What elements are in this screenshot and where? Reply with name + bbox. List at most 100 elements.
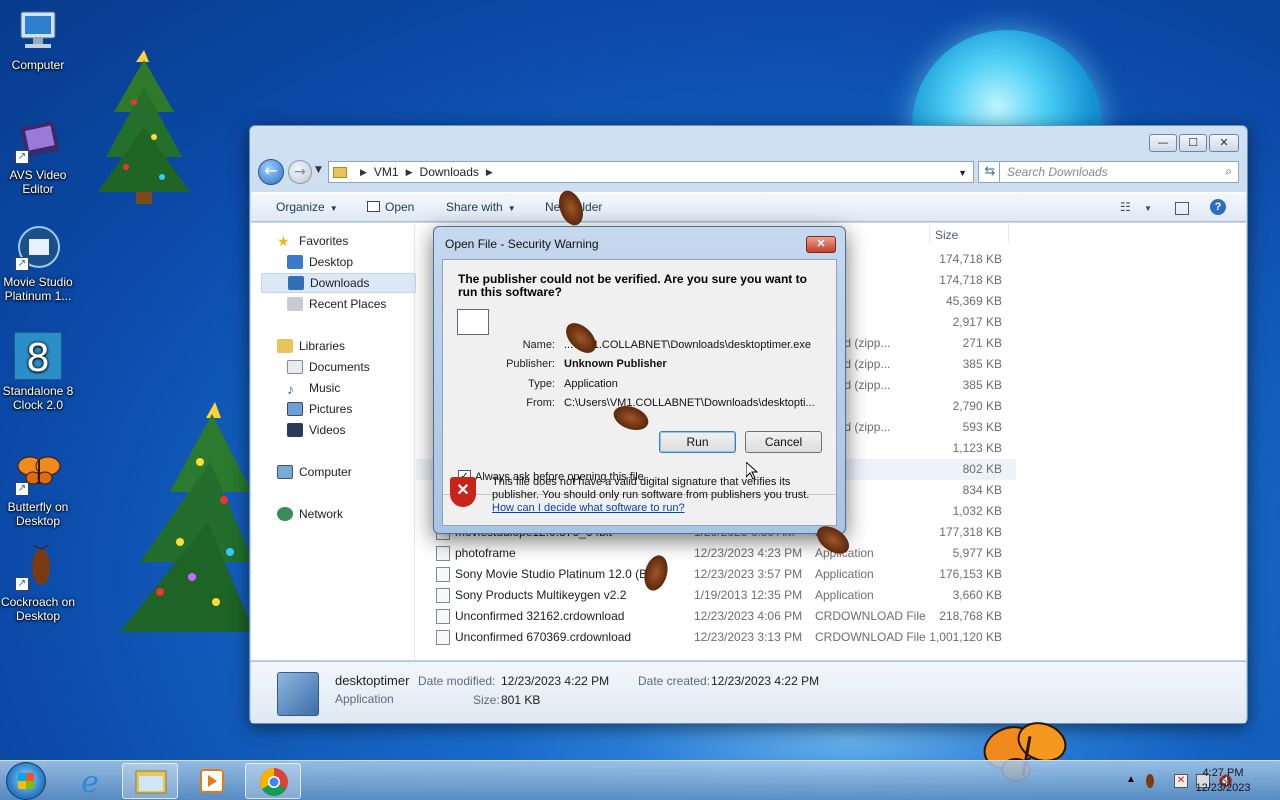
recent-pages-dropdown[interactable]: ▼ xyxy=(315,165,322,175)
maximize-button[interactable]: ☐ xyxy=(1179,134,1207,152)
desktop-icon-butterfly[interactable]: ↗ Butterfly on Desktop xyxy=(0,450,76,528)
nav-favorites[interactable]: ★ Favorites xyxy=(277,231,348,251)
table-row[interactable]: Sony Products Multikeygen v2.2 1/19/2013 … xyxy=(416,585,1016,606)
publisher-value: Unknown Publisher xyxy=(564,358,667,370)
dialog-close-button[interactable]: ✕ xyxy=(806,236,836,253)
row-size: 176,153 KB xyxy=(939,567,1002,581)
table-row[interactable]: photoframe12/23/2023 4:23 PMApplication5… xyxy=(416,543,1016,564)
minimize-button[interactable]: — xyxy=(1149,134,1177,152)
music-icon: ♪ xyxy=(287,381,294,397)
nav-favorites-label: Favorites xyxy=(299,234,349,248)
taskbar-media-player[interactable] xyxy=(184,763,240,799)
navigation-row: ← → ▼ ▶ VM1 ▶ Downloads ▶ ▼ ⇆ Search Dow… xyxy=(258,159,1239,185)
nav-desktop[interactable]: Desktop xyxy=(287,252,353,272)
file-icon xyxy=(457,309,489,335)
details-file-name: desktoptimer xyxy=(335,673,410,688)
nav-documents-label: Documents xyxy=(309,360,370,374)
pictures-icon xyxy=(287,402,303,416)
show-hidden-icons-icon[interactable]: ▲ xyxy=(1126,774,1140,788)
row-size: 177,318 KB xyxy=(939,525,1002,539)
search-icon[interactable]: ⌕ xyxy=(1225,164,1232,179)
desktop-icon xyxy=(287,255,303,269)
row-size: 834 KB xyxy=(962,483,1002,497)
table-row[interactable]: Unconfirmed 670369.crdownload 12/23/2023 … xyxy=(416,627,1016,648)
security-warning-dialog[interactable]: Open File - Security Warning ✕ The publi… xyxy=(433,226,846,534)
videos-icon xyxy=(287,423,303,437)
help-link[interactable]: How can I decide what software to run? xyxy=(492,502,685,514)
nav-downloads-label: Downloads xyxy=(310,276,370,290)
shortcut-arrow-icon: ↗ xyxy=(15,482,29,496)
shortcut-arrow-icon: ↗ xyxy=(15,577,29,591)
search-input[interactable]: Search Downloads ⌕ xyxy=(999,161,1239,183)
action-center-icon[interactable]: ✕ xyxy=(1174,774,1188,788)
open-label: Open xyxy=(385,200,415,214)
table-row[interactable]: Unconfirmed 32162.crdownload 12/23/2023 4… xyxy=(416,606,1016,627)
row-size: 2,790 KB xyxy=(952,399,1002,413)
nav-music[interactable]: ♪ Music xyxy=(287,378,340,398)
nav-libraries-label: Libraries xyxy=(299,339,346,353)
nav-computer-label: Computer xyxy=(299,465,352,479)
open-button[interactable]: Open xyxy=(367,200,414,214)
nav-recent-places[interactable]: Recent Places xyxy=(287,294,386,314)
table-row[interactable]: Sony Movie Studio Platinum 12.0 (B... 12/… xyxy=(416,564,1016,585)
nav-downloads[interactable]: Downloads xyxy=(261,273,416,293)
desktop-icon-cockroach[interactable]: ↗ Cockroach on Desktop xyxy=(0,544,76,623)
organize-label: Organize xyxy=(276,200,325,214)
christmas-tree-small-decoration xyxy=(98,50,190,204)
taskbar-chrome[interactable] xyxy=(245,763,301,799)
row-size: 802 KB xyxy=(962,462,1002,476)
row-type: CRDOWNLOAD File xyxy=(815,630,926,644)
row-size: 1,123 KB xyxy=(952,441,1002,455)
breadcrumb-vm1[interactable]: VM1 xyxy=(374,165,399,179)
desktop-icon-computer[interactable]: Computer xyxy=(0,8,76,72)
nav-computer[interactable]: Computer xyxy=(277,462,352,482)
mouse-cursor-icon xyxy=(746,462,758,480)
svg-text:e: e xyxy=(81,765,99,799)
nav-documents[interactable]: Documents xyxy=(287,357,370,377)
help-icon[interactable]: ? xyxy=(1210,199,1226,215)
shortcut-arrow-icon: ↗ xyxy=(15,150,29,164)
cockroach-tray-icon[interactable] xyxy=(1146,774,1154,788)
clock[interactable]: 4:27 PM 12/23/2023 xyxy=(1188,766,1258,796)
taskbar-internet-explorer[interactable]: e xyxy=(62,763,118,800)
run-button[interactable]: Run xyxy=(659,431,736,453)
cancel-button[interactable]: Cancel xyxy=(745,431,822,453)
security-shield-icon: ✕ xyxy=(450,477,476,507)
organize-button[interactable]: Organize ▼ xyxy=(276,200,338,214)
chevron-down-icon: ▼ xyxy=(1144,204,1153,213)
row-size: 385 KB xyxy=(962,378,1002,392)
column-divider xyxy=(929,223,930,243)
column-header-size[interactable]: Size xyxy=(935,228,958,242)
file-icon xyxy=(436,609,450,624)
forward-button[interactable]: → xyxy=(288,160,312,184)
address-bar[interactable]: ▶ VM1 ▶ Downloads ▶ ▼ xyxy=(328,161,974,183)
close-button[interactable]: ✕ xyxy=(1209,134,1239,152)
row-type: Application xyxy=(815,588,874,602)
preview-pane-icon[interactable] xyxy=(1175,202,1189,215)
nav-libraries[interactable]: Libraries xyxy=(277,336,345,356)
recent-places-icon xyxy=(287,297,303,311)
row-size: 45,369 KB xyxy=(945,294,1002,308)
computer-icon xyxy=(277,465,293,479)
view-options-button[interactable]: ☷ ▼ xyxy=(1120,200,1152,214)
nav-pictures[interactable]: Pictures xyxy=(287,399,352,419)
taskbar-windows-explorer[interactable] xyxy=(122,763,178,799)
type-label: Type: xyxy=(528,378,555,390)
desktop-icon-movie-studio[interactable]: ↗ Movie Studio Platinum 1... xyxy=(0,225,76,303)
start-button[interactable] xyxy=(6,762,46,800)
back-button[interactable]: ← xyxy=(258,159,284,185)
desktop-icon-standalone-clock[interactable]: 8 Standalone 8 Clock 2.0 xyxy=(0,332,76,412)
video-editor-icon: ↗ xyxy=(15,118,61,164)
desktop-icon-avs-video-editor[interactable]: ↗ AVS Video Editor xyxy=(0,118,76,196)
breadcrumb-downloads[interactable]: Downloads xyxy=(420,165,479,179)
nav-videos[interactable]: Videos xyxy=(287,420,345,440)
row-size: 271 KB xyxy=(962,336,1002,350)
nav-network[interactable]: Network xyxy=(277,504,343,524)
publisher-label: Publisher: xyxy=(506,358,555,370)
share-with-button[interactable]: Share with ▼ xyxy=(446,200,516,214)
nav-recent-places-label: Recent Places xyxy=(309,297,387,311)
details-date-created-label: Date created: xyxy=(638,674,711,688)
address-dropdown-icon[interactable]: ▼ xyxy=(958,168,967,178)
svg-text:8: 8 xyxy=(26,336,50,379)
open-icon xyxy=(367,201,380,212)
